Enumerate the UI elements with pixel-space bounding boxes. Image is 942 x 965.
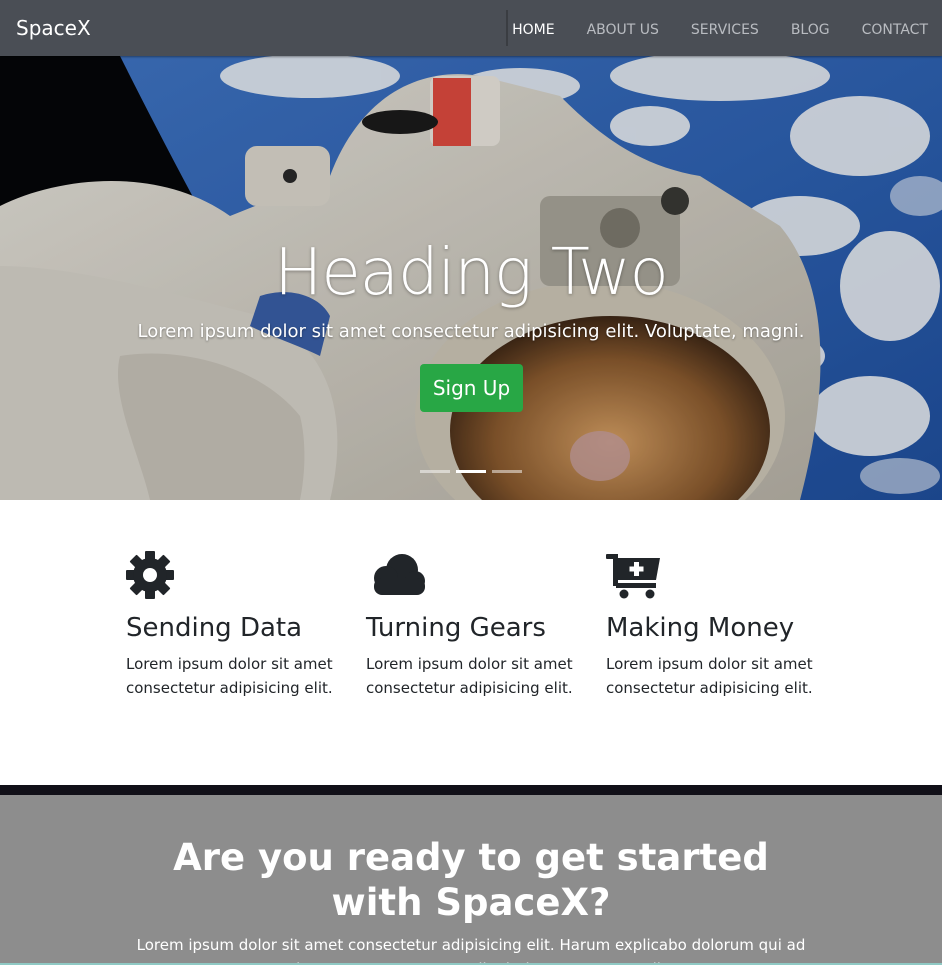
nav-item-about: ABOUT US	[587, 19, 659, 38]
hero-heading: Heading Two	[274, 236, 668, 310]
feature-text: Lorem ipsum dolor sit amet consectetur a…	[366, 655, 573, 697]
nav-link-about[interactable]: ABOUT US	[587, 22, 659, 38]
nav-item-contact: CONTACT	[862, 19, 928, 38]
feature-text: Lorem ipsum dolor sit amet consectetur a…	[606, 655, 813, 697]
cta-heading: Are you ready to get started with SpaceX…	[173, 836, 769, 924]
hero-carousel: Heading Two Lorem ipsum dolor sit amet c…	[0, 56, 942, 500]
feature-turning-gears: Turning Gears Lorem ipsum dolor sit amet…	[366, 550, 586, 700]
carousel-indicator-2[interactable]	[456, 470, 486, 473]
hero-caption: Heading Two Lorem ipsum dolor sit amet c…	[0, 234, 942, 344]
nav-link-home[interactable]: HOME	[512, 22, 554, 38]
nav-item-services: SERVICES	[691, 19, 759, 38]
feature-text: Lorem ipsum dolor sit amet consectetur a…	[126, 655, 333, 697]
cloud-icon	[366, 550, 586, 600]
cta-background-strip	[0, 785, 942, 795]
nav-item-home: HOME	[512, 19, 554, 38]
cart-plus-icon	[606, 550, 826, 600]
feature-title: Turning Gears	[366, 613, 546, 643]
cta-text: Lorem ipsum dolor sit amet consectetur a…	[136, 936, 806, 963]
navbar: SpaceX HOME ABOUT US SERVICES BLOG CONTA…	[0, 0, 942, 56]
carousel-indicators	[420, 470, 528, 473]
brand-logo[interactable]: SpaceX	[16, 16, 91, 40]
features-section: Sending Data Lorem ipsum dolor sit amet …	[0, 500, 942, 785]
feature-making-money: Making Money Lorem ipsum dolor sit amet …	[606, 550, 826, 700]
feature-title: Making Money	[606, 613, 795, 643]
gear-icon	[126, 550, 346, 600]
feature-sending-data: Sending Data Lorem ipsum dolor sit amet …	[126, 550, 346, 700]
carousel-indicator-3[interactable]	[492, 470, 522, 473]
cta-section: Are you ready to get started with SpaceX…	[0, 795, 942, 965]
nav-item-blog: BLOG	[791, 19, 830, 38]
nav-link-blog[interactable]: BLOG	[791, 22, 830, 38]
sign-up-button[interactable]: Sign Up	[420, 364, 523, 412]
nav-link-contact[interactable]: CONTACT	[862, 22, 928, 38]
feature-title: Sending Data	[126, 613, 303, 643]
hero-text: Lorem ipsum dolor sit amet consectetur a…	[137, 321, 805, 342]
nav-link-services[interactable]: SERVICES	[691, 22, 759, 38]
carousel-indicator-1[interactable]	[420, 470, 450, 473]
nav-links: HOME ABOUT US SERVICES BLOG CONTACT	[480, 0, 928, 56]
